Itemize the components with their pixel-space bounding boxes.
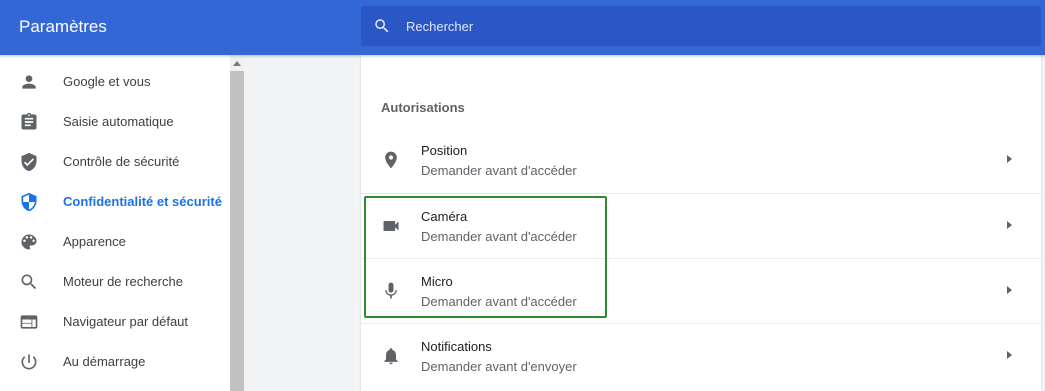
scroll-up-button[interactable] bbox=[230, 55, 244, 71]
page-title: Paramètres bbox=[19, 17, 107, 36]
location-icon bbox=[385, 151, 397, 169]
permission-title: Position bbox=[421, 143, 468, 158]
sidebar-item-label: Google et vous bbox=[63, 74, 151, 89]
sidebar-item-google[interactable]: Google et vous bbox=[0, 62, 230, 102]
header-bar: Paramètres bbox=[0, 0, 1045, 55]
clipboard-icon bbox=[21, 112, 37, 130]
sidebar-item-label: Contrôle de sécurité bbox=[63, 154, 180, 169]
sidebar-item-label: Confidentialité et sécurité bbox=[63, 194, 222, 209]
scroll-up-arrow-icon bbox=[233, 61, 241, 66]
sidebar-scrollbar[interactable] bbox=[230, 55, 244, 391]
sidebar-item-label: Saisie automatique bbox=[63, 114, 174, 129]
sidebar-item-default-browser[interactable]: Navigateur par défaut bbox=[0, 302, 230, 342]
sidebar-item-autofill[interactable]: Saisie automatique bbox=[0, 102, 230, 142]
permission-subtitle: Demander avant d'accéder bbox=[421, 163, 577, 178]
power-icon bbox=[21, 354, 37, 370]
sidebar-item-appearance[interactable]: Apparence bbox=[0, 222, 230, 262]
sidebar: Google et vous Saisie automatique Contrô… bbox=[0, 55, 230, 391]
bell-icon bbox=[384, 348, 398, 365]
search-input[interactable] bbox=[406, 6, 1026, 46]
sidebar-item-label: Apparence bbox=[63, 234, 126, 249]
permission-subtitle: Demander avant d'envoyer bbox=[421, 359, 577, 374]
highlight-box bbox=[364, 196, 607, 318]
sidebar-item-on-startup[interactable]: Au démarrage bbox=[0, 342, 230, 382]
chevron-right-icon bbox=[1007, 155, 1012, 163]
shield-check-icon bbox=[21, 152, 37, 172]
person-icon bbox=[22, 75, 36, 89]
search-icon bbox=[375, 19, 389, 33]
sidebar-item-label: Au démarrage bbox=[63, 354, 146, 369]
search-box[interactable] bbox=[361, 6, 1041, 46]
section-title: Autorisations bbox=[381, 100, 465, 115]
chevron-right-icon bbox=[1007, 286, 1012, 294]
permission-row-notifications[interactable]: Notifications Demander avant d'envoyer bbox=[361, 323, 1041, 388]
palette-icon bbox=[21, 234, 37, 250]
shield-icon bbox=[21, 192, 37, 212]
search-icon bbox=[21, 274, 37, 290]
sidebar-item-privacy[interactable]: Confidentialité et sécurité bbox=[0, 182, 230, 222]
sidebar-item-safety-check[interactable]: Contrôle de sécurité bbox=[0, 142, 230, 182]
permission-row-location[interactable]: Position Demander avant d'accéder bbox=[361, 128, 1041, 193]
chevron-right-icon bbox=[1007, 221, 1012, 229]
sidebar-item-label: Navigateur par défaut bbox=[63, 314, 189, 329]
chevron-right-icon bbox=[1007, 351, 1012, 359]
permission-title: Notifications bbox=[421, 339, 492, 354]
sidebar-item-label: Moteur de recherche bbox=[63, 274, 183, 289]
sidebar-item-search-engine[interactable]: Moteur de recherche bbox=[0, 262, 230, 302]
browser-icon bbox=[20, 315, 38, 329]
